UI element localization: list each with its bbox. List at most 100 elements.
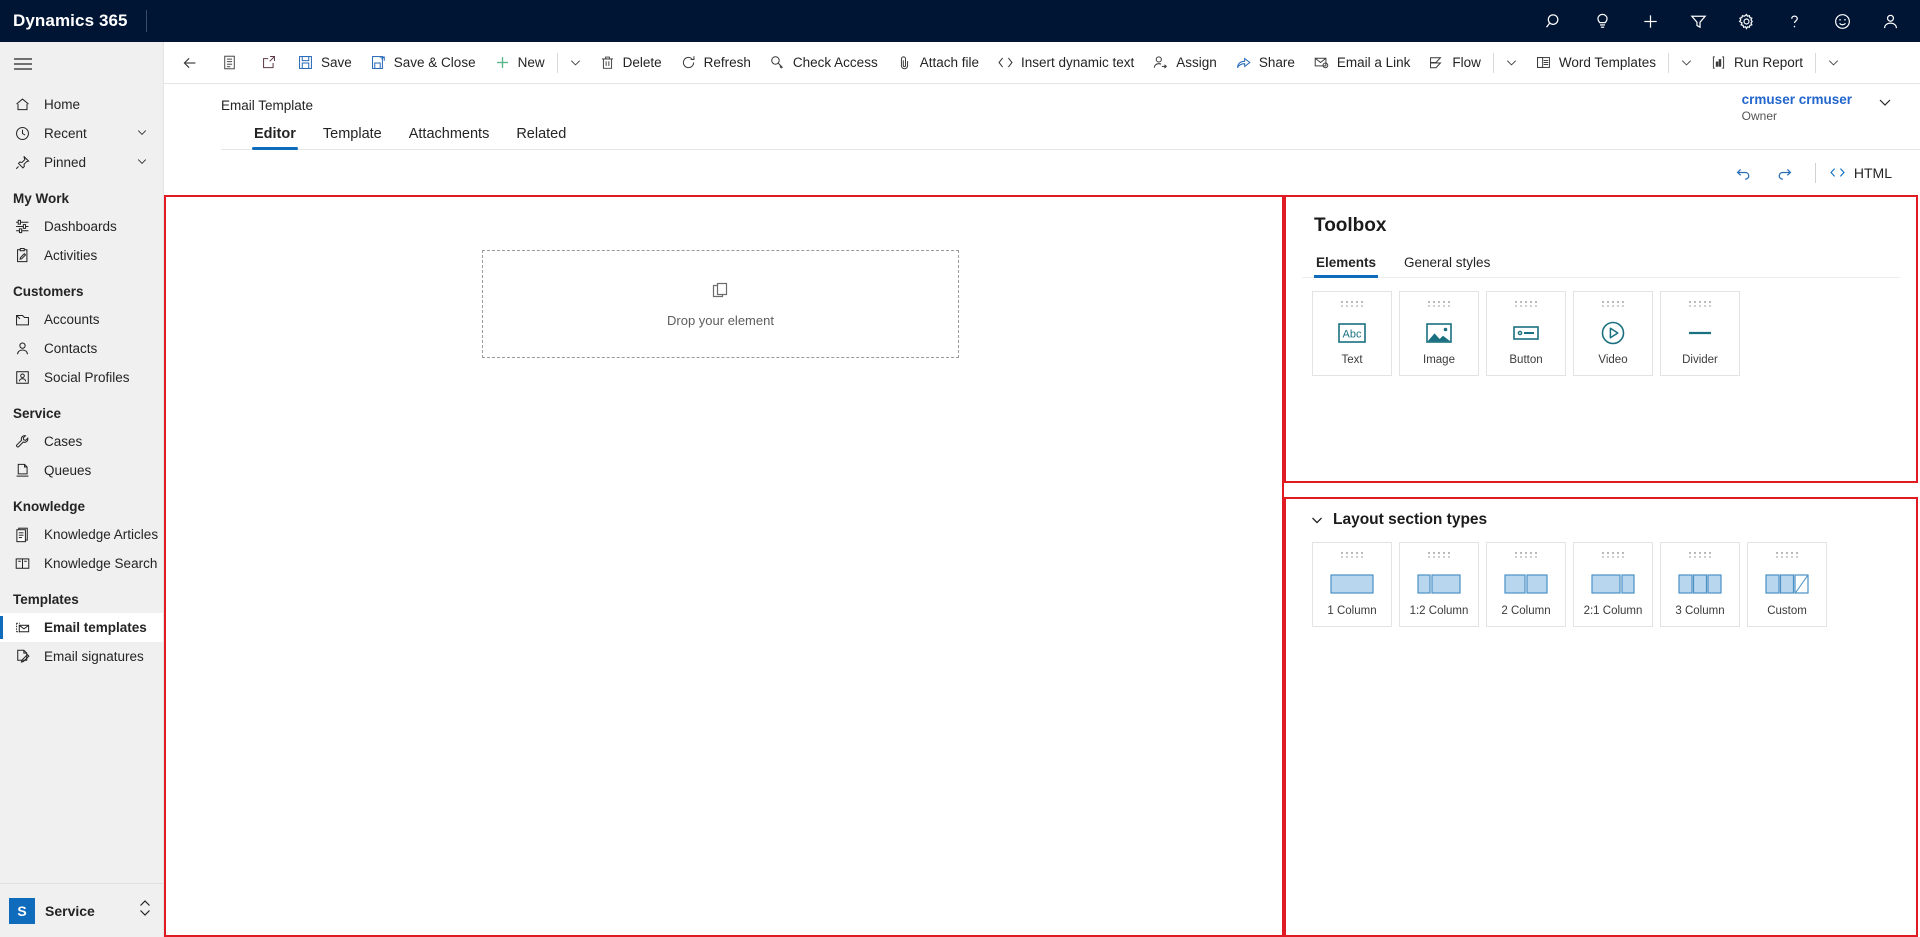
chevron-down-icon[interactable] — [1819, 42, 1848, 83]
back-arrow-icon[interactable] — [170, 42, 210, 83]
sidebar-item-queues[interactable]: Queues — [0, 456, 163, 485]
help-icon[interactable] — [1770, 0, 1818, 42]
app-switcher[interactable]: S Service — [0, 883, 163, 937]
chevron-down-icon[interactable] — [561, 42, 590, 83]
element-card-video[interactable]: Video — [1573, 291, 1653, 376]
chevron-down-icon — [1310, 513, 1324, 527]
command-attach-file[interactable]: Attach file — [887, 42, 988, 83]
owner-name-link[interactable]: crmuser crmuser — [1742, 92, 1852, 107]
person-icon[interactable] — [1866, 0, 1914, 42]
sidebar-group-my-work: My Work — [13, 191, 70, 206]
layout-2col-icon — [1487, 562, 1565, 605]
sidebar-item-label: Recent — [44, 126, 87, 141]
chevron-down-icon[interactable] — [135, 125, 149, 142]
contacts-icon — [13, 340, 31, 358]
plus-icon[interactable] — [1626, 0, 1674, 42]
command-refresh[interactable]: Refresh — [671, 42, 760, 83]
layout-sections-header[interactable]: Layout section types — [1302, 499, 1900, 529]
queues-icon — [13, 462, 31, 480]
command-word-templates[interactable]: Word Templates — [1526, 42, 1665, 83]
sidebar-item-pinned[interactable]: Pinned — [0, 148, 163, 177]
toolbox-title: Toolbox — [1314, 215, 1387, 236]
sidebar-item-email-templates[interactable]: Email templates — [0, 613, 163, 642]
owner-field: crmuser crmuser Owner — [1742, 92, 1892, 123]
html-view-button[interactable]: HTML — [1825, 165, 1892, 181]
sidebar-item-accounts[interactable]: Accounts — [0, 305, 163, 334]
gear-icon[interactable] — [1722, 0, 1770, 42]
email-canvas[interactable]: Drop your element — [164, 195, 1284, 937]
layout-card-custom[interactable]: Custom — [1747, 542, 1827, 627]
layout-1col-icon — [1313, 562, 1391, 605]
drag-handle-icon[interactable] — [1514, 301, 1538, 307]
drag-handle-icon[interactable] — [1601, 552, 1625, 558]
lightbulb-icon[interactable] — [1578, 0, 1626, 42]
image-icon — [1400, 311, 1478, 354]
layout-card-1-column[interactable]: 1 Column — [1312, 542, 1392, 627]
popout-icon[interactable] — [249, 42, 288, 83]
drag-handle-icon[interactable] — [1427, 301, 1451, 307]
sidebar-item-label: Knowledge Articles — [44, 527, 159, 542]
drag-handle-icon[interactable] — [1340, 552, 1364, 558]
drag-handle-icon[interactable] — [1688, 301, 1712, 307]
toolbox-tab-general-styles[interactable]: General styles — [1402, 255, 1492, 277]
filter-icon[interactable] — [1674, 0, 1722, 42]
sidebar-item-email-signatures[interactable]: Email signatures — [0, 642, 163, 671]
search-icon[interactable] — [1530, 0, 1578, 42]
chevron-down-icon[interactable] — [135, 154, 149, 171]
layout-card-3-column[interactable]: 3 Column — [1660, 542, 1740, 627]
element-card-button[interactable]: Button — [1486, 291, 1566, 376]
drag-handle-icon[interactable] — [1775, 552, 1799, 558]
activities-icon — [13, 247, 31, 265]
redo-icon[interactable] — [1764, 164, 1806, 182]
drag-handle-icon[interactable] — [1427, 552, 1451, 558]
sidebar-item-activities[interactable]: Activities — [0, 241, 163, 270]
sidebar-item-recent[interactable]: Recent — [0, 119, 163, 148]
tab-editor[interactable]: Editor — [244, 122, 306, 150]
drag-handle-icon[interactable] — [1514, 552, 1538, 558]
sidebar-item-dashboards[interactable]: Dashboards — [0, 212, 163, 241]
layout-card-2-1-column[interactable]: 2:1 Column — [1573, 542, 1653, 627]
drag-handle-icon[interactable] — [1340, 301, 1364, 307]
element-card-text[interactable]: Abc Text — [1312, 291, 1392, 376]
sidebar-item-knowledge-articles[interactable]: Knowledge Articles — [0, 520, 163, 549]
command-run-report[interactable]: Run Report — [1701, 42, 1812, 83]
undo-icon[interactable] — [1722, 164, 1764, 182]
smiley-icon[interactable] — [1818, 0, 1866, 42]
command-check-access[interactable]: Check Access — [760, 42, 887, 83]
sidebar-item-label: Accounts — [44, 312, 100, 327]
chevron-down-icon[interactable] — [1878, 95, 1892, 114]
element-card-image[interactable]: Image — [1399, 291, 1479, 376]
command-flow[interactable]: Flow — [1419, 42, 1490, 83]
layout-card-label: 2 Column — [1501, 605, 1551, 617]
layout-custom-icon — [1748, 562, 1826, 605]
form-icon[interactable] — [210, 42, 249, 83]
tab-related[interactable]: Related — [506, 122, 576, 149]
layout-card-2-column[interactable]: 2 Column — [1486, 542, 1566, 627]
sidebar-item-knowledge-search[interactable]: Knowledge Search — [0, 549, 163, 578]
command-save-close[interactable]: Save & Close — [361, 42, 485, 83]
chevron-down-icon[interactable] — [1672, 42, 1701, 83]
sidebar-item-contacts[interactable]: Contacts — [0, 334, 163, 363]
element-card-divider[interactable]: Divider — [1660, 291, 1740, 376]
command-assign[interactable]: Assign — [1143, 42, 1226, 83]
sidebar-item-social-profiles[interactable]: Social Profiles — [0, 363, 163, 392]
command-email-a-link[interactable]: Email a Link — [1304, 42, 1420, 83]
command-label: Assign — [1176, 55, 1217, 70]
tab-template[interactable]: Template — [313, 122, 392, 149]
drag-handle-icon[interactable] — [1601, 301, 1625, 307]
chevron-down-icon[interactable] — [1497, 42, 1526, 83]
command-new[interactable]: New — [485, 42, 554, 83]
sidebar-item-label: Email signatures — [44, 649, 144, 664]
command-share[interactable]: Share — [1226, 42, 1304, 83]
drag-handle-icon[interactable] — [1688, 552, 1712, 558]
dropzone[interactable]: Drop your element — [482, 250, 959, 358]
sidebar-item-cases[interactable]: Cases — [0, 427, 163, 456]
tab-attachments[interactable]: Attachments — [399, 122, 500, 149]
layout-card-1-2-column[interactable]: 1:2 Column — [1399, 542, 1479, 627]
command-save[interactable]: Save — [288, 42, 361, 83]
sidebar-item-home[interactable]: Home — [0, 90, 163, 119]
command-delete[interactable]: Delete — [590, 42, 671, 83]
hamburger-menu-icon[interactable] — [0, 42, 163, 86]
command-insert-dynamic-text[interactable]: Insert dynamic text — [988, 42, 1143, 83]
toolbox-tab-elements[interactable]: Elements — [1314, 255, 1379, 278]
